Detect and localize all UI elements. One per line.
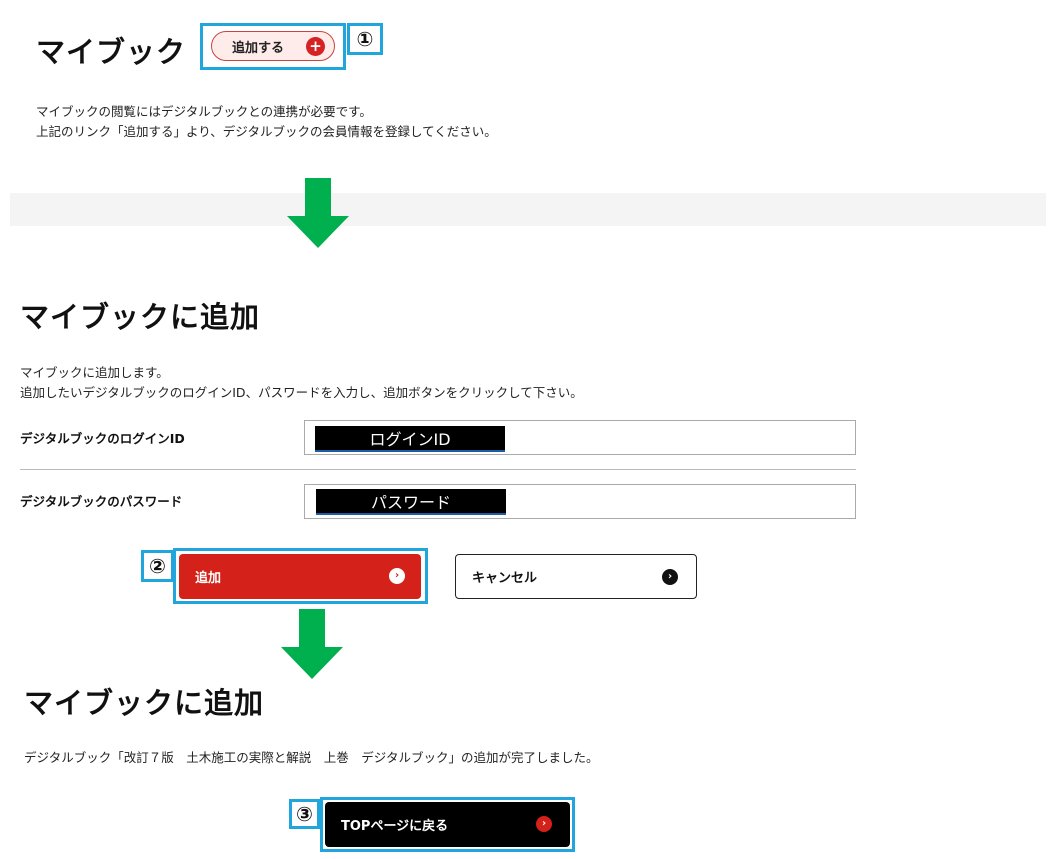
back-to-top-label: TOPページに戻る xyxy=(341,819,449,834)
add-mybook-label: 追加する xyxy=(232,40,285,56)
login-id-label: デジタルブックのログインID xyxy=(20,431,185,446)
chevron-right-icon: › xyxy=(536,816,552,832)
password-value: パスワード xyxy=(316,489,506,515)
step-marker-2: ② xyxy=(141,550,174,582)
add-description-line: マイブックに追加します。 xyxy=(20,365,169,380)
add-page-title: マイブックに追加 xyxy=(20,300,261,334)
login-id-value: ログインID xyxy=(315,426,505,452)
form-divider xyxy=(20,469,856,470)
complete-message: デジタルブック「改訂７版 土木施工の実際と解説 上巻 デジタルブック」の追加が完… xyxy=(24,750,599,765)
step-marker-3: ③ xyxy=(289,799,320,829)
password-label: デジタルブックのパスワード xyxy=(20,494,183,509)
chevron-right-icon: › xyxy=(662,569,678,585)
complete-page-title: マイブックに追加 xyxy=(24,686,265,720)
back-to-top-button[interactable]: TOPページに戻る › xyxy=(325,802,570,847)
add-description-line: 追加したいデジタルブックのログインID、パスワードを入力し、追加ボタンをクリック… xyxy=(20,385,583,400)
step-marker-1: ① xyxy=(347,23,383,55)
mybook-description: マイブックの閲覧にはデジタルブックとの連携が必要です。 上記のリンク「追加する」… xyxy=(36,102,497,142)
plus-icon: + xyxy=(306,37,325,56)
chevron-right-icon: › xyxy=(389,568,405,584)
mybook-description-line: 上記のリンク「追加する」より、デジタルブックの会員情報を登録してください。 xyxy=(36,124,497,139)
down-arrow-icon xyxy=(281,609,343,679)
mybook-description-line: マイブックの閲覧にはデジタルブックとの連携が必要です。 xyxy=(36,104,372,119)
mybook-title: マイブック xyxy=(36,35,187,69)
add-button-label: 追加 xyxy=(195,571,222,586)
cancel-button[interactable]: キャンセル › xyxy=(455,554,697,599)
add-page-description: マイブックに追加します。 追加したいデジタルブックのログインID、パスワードを入… xyxy=(20,363,583,403)
cancel-button-label: キャンセル xyxy=(472,571,538,586)
section-separator xyxy=(10,193,1046,226)
down-arrow-icon xyxy=(287,178,349,248)
add-mybook-button[interactable]: 追加する + xyxy=(211,31,335,61)
add-button[interactable]: 追加 › xyxy=(179,554,421,599)
